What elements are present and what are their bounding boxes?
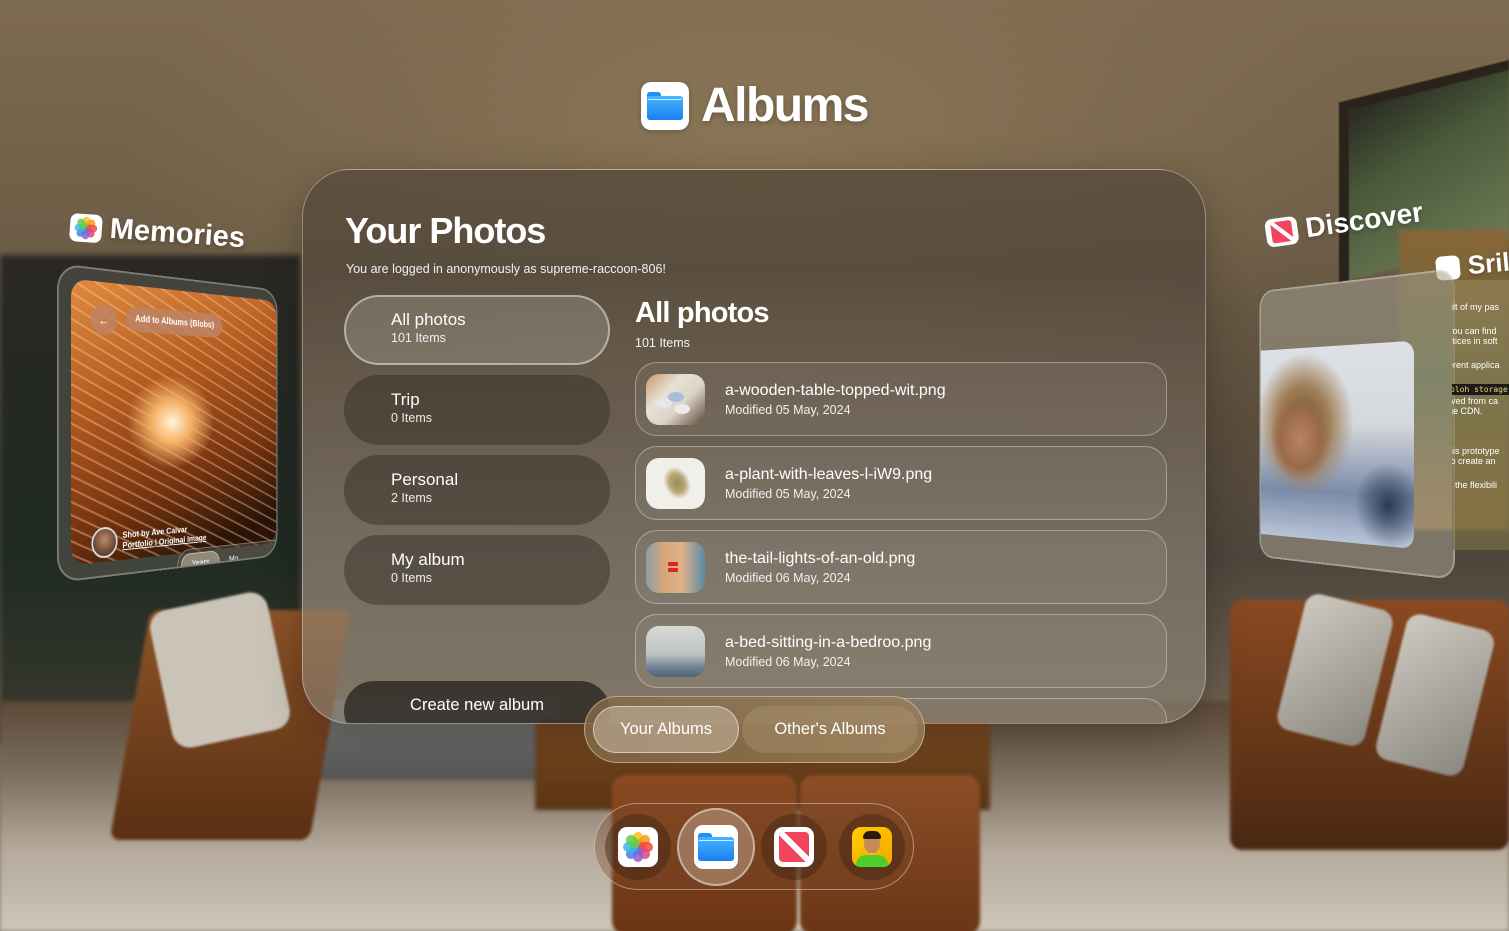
blog-text: erent applica (1452, 360, 1500, 370)
folder-icon (640, 81, 689, 130)
photo-row[interactable]: a-wooden-table-topped-wit.png Modified 0… (635, 362, 1167, 436)
your-albums-tab[interactable]: Your Albums (593, 706, 739, 753)
album-item-trip[interactable]: Trip 0 Items (344, 375, 610, 445)
blog-text: his prototype (1452, 446, 1500, 456)
photo-thumbnail (646, 541, 705, 593)
main-window: Your Photos You are logged in anonymousl… (302, 169, 1206, 724)
photos-panel-count: 101 Items (635, 336, 690, 350)
photo-modified: Modified 05 May, 2024 (725, 403, 851, 417)
photo-thumbnail (646, 625, 705, 677)
create-album-button[interactable]: Create new album (344, 681, 610, 723)
album-list: All photos 101 Items Trip 0 Items Person… (344, 295, 610, 615)
memories-window[interactable]: ← Add to Albums (Blobs) Shot by Ave Calv… (57, 263, 278, 583)
discover-photo (1260, 340, 1414, 549)
photo-filename: a-bed-sitting-in-a-bedroo.png (725, 634, 932, 651)
album-count: 0 Items (391, 411, 432, 425)
album-scope-toggle: Your Albums Other's Albums (584, 696, 925, 763)
dock-albums[interactable] (677, 807, 755, 886)
photo-list: a-wooden-table-topped-wit.png Modified 0… (635, 362, 1167, 723)
album-name: All photos (391, 310, 466, 329)
photo-row[interactable]: a-bed-sitting-in-a-bedroo.png Modified 0… (635, 614, 1167, 688)
blog-text: ge CDN. (1452, 406, 1483, 416)
blog-text: you can find (1452, 326, 1497, 336)
discover-window[interactable] (1259, 268, 1455, 580)
photo-modified: Modified 06 May, 2024 (725, 655, 851, 669)
blog-text: to create an (1452, 456, 1496, 466)
blog-text: s the flexibili (1452, 480, 1498, 490)
photo-filename: a-wooden-table-topped-wit.png (725, 382, 946, 399)
album-count: 101 Items (391, 331, 446, 345)
dock-profile[interactable] (839, 813, 905, 880)
page-title: Your Photos (345, 210, 546, 251)
photo-modified: Modified 05 May, 2024 (725, 487, 851, 501)
blog-window[interactable]: ult of my pas you can find ctices in sof… (1452, 280, 1509, 550)
photos-panel-title: All photos (635, 297, 770, 329)
album-item-my-album[interactable]: My album 0 Items (344, 535, 610, 605)
photo-row[interactable]: the-tail-lights-of-an-old.png Modified 0… (635, 530, 1167, 604)
news-icon (1264, 215, 1300, 248)
album-item-all-photos[interactable]: All photos 101 Items (344, 295, 610, 365)
photo-thumbnail (646, 373, 705, 425)
code-snippet: bloh storage (1452, 384, 1509, 395)
photographer-avatar (91, 526, 118, 560)
album-item-personal[interactable]: Personal 2 Items (344, 455, 610, 525)
app-title-text: Albums (700, 79, 870, 132)
avatar-icon (852, 826, 892, 867)
album-name: Personal (391, 470, 459, 489)
photos-panel: All photos 101 Items a-wooden-table-topp… (635, 295, 1167, 723)
photos-flower-icon (618, 826, 658, 867)
photos-flower-icon (69, 212, 103, 243)
others-albums-tab[interactable]: Other's Albums (742, 706, 918, 753)
app-dock (594, 803, 914, 890)
photo-filename: the-tail-lights-of-an-old.png (725, 550, 916, 567)
news-icon (774, 826, 814, 867)
arrow-left-icon: ← (98, 312, 110, 328)
folder-icon (694, 824, 738, 869)
album-name: My album (391, 550, 465, 569)
photo-row[interactable]: a-plant-with-leaves-l-iW9.png Modified 0… (635, 446, 1167, 520)
app-title: Albums (0, 78, 1509, 133)
blog-text: ult of my pas (1452, 302, 1500, 312)
photo-thumbnail (646, 457, 705, 509)
blog-text: rved from ca (1452, 396, 1499, 406)
photo-filename: a-plant-with-leaves-l-iW9.png (725, 466, 933, 483)
login-status: You are logged in anonymously as supreme… (346, 262, 666, 276)
dock-discover[interactable] (761, 813, 827, 880)
album-count: 0 Items (391, 571, 432, 585)
album-name: Trip (391, 390, 420, 409)
photo-modified: Modified 06 May, 2024 (725, 571, 851, 585)
blog-text: ctices in soft (1452, 336, 1498, 346)
sril-title: Sril (1466, 246, 1509, 281)
album-count: 2 Items (391, 491, 432, 505)
dock-photos[interactable] (605, 813, 671, 880)
